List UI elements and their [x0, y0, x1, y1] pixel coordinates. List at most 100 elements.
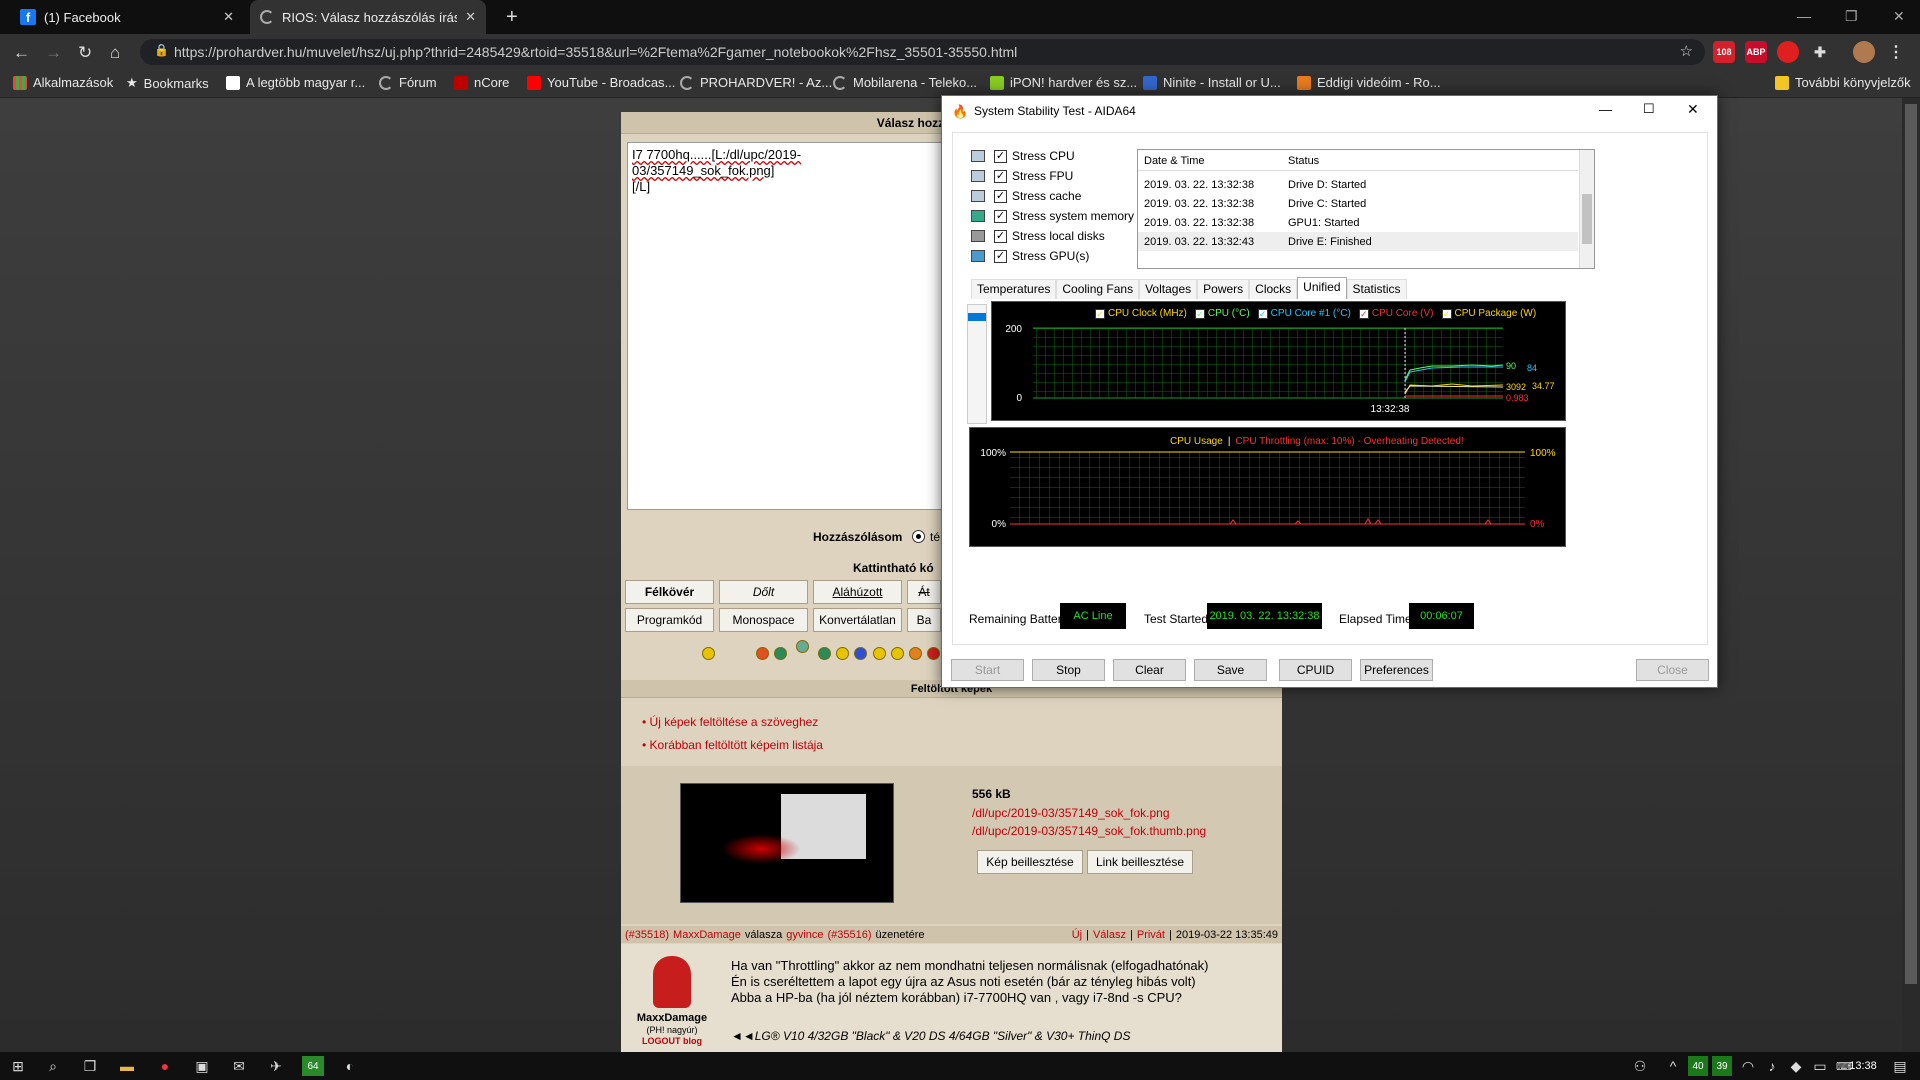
smiley-icon[interactable] — [836, 647, 849, 660]
to-id-link[interactable]: (#35516) — [828, 929, 872, 941]
event-log[interactable]: Date & Time Status 2019. 03. 22. 13:32:38… — [1137, 149, 1595, 269]
checkbox[interactable]: ✓ — [994, 209, 1007, 223]
windows-start-icon[interactable]: ⊞ — [8, 1056, 28, 1076]
tab-facebook[interactable]: f (1) Facebook ✕ — [10, 0, 244, 34]
smiley-icon[interactable] — [818, 647, 831, 660]
stop-button[interactable]: Stop — [1032, 659, 1105, 681]
cpuid-button[interactable]: CPUID — [1279, 659, 1352, 681]
tab-powers[interactable]: Powers — [1197, 279, 1250, 299]
post-radio[interactable] — [912, 530, 925, 543]
stress-memory-checkbox[interactable]: ✓ Stress system memory — [971, 208, 1134, 224]
legend-item[interactable]: ✓ CPU Core #1 (°C) — [1257, 308, 1351, 319]
tab-unified[interactable]: Unified — [1297, 277, 1347, 299]
maximize-icon[interactable]: ☐ — [1643, 101, 1655, 117]
bookmark-item[interactable]: Ninite - Install or U... — [1143, 75, 1281, 90]
chevron-up-icon[interactable]: ^ — [1663, 1056, 1683, 1076]
msg-id-link[interactable]: (#35518) — [625, 929, 669, 941]
restore-icon[interactable]: ❐ — [1845, 8, 1858, 25]
log-row[interactable]: 2019. 03. 22. 13:32:38 Drive C: Started — [1138, 194, 1578, 213]
strike-button[interactable]: Át — [907, 580, 941, 604]
bookmark-other[interactable]: További könyvjelzők — [1775, 75, 1911, 90]
stress-fpu-checkbox[interactable]: ✓ Stress FPU — [971, 168, 1073, 184]
quote-logout[interactable]: LOGOUT blog — [636, 1036, 708, 1046]
file-path-link[interactable]: /dl/upc/2019-03/357149_sok_fok.png — [972, 806, 1170, 820]
upload-new-link[interactable]: • Új képek feltöltése a szöveghez — [642, 715, 818, 729]
close-icon[interactable]: ✕ — [1687, 101, 1699, 118]
minimize-icon[interactable]: — — [1599, 102, 1612, 117]
bookmark-item[interactable]: iPON! hardver és sz... — [990, 75, 1137, 90]
author-link[interactable]: MaxxDamage — [673, 929, 741, 941]
task-view-icon[interactable]: ❐ — [80, 1056, 100, 1076]
app-icon[interactable]: ◐ — [340, 1056, 360, 1076]
store-icon[interactable]: ▣ — [192, 1056, 212, 1076]
clock[interactable]: 13:38 — [1843, 1056, 1883, 1076]
insert-link-button[interactable]: Link beillesztése — [1087, 850, 1193, 874]
tab-reply[interactable]: RIOS: Válasz hozzászólás írása - T ✕ — [250, 0, 486, 34]
clear-button[interactable]: Clear — [1113, 659, 1186, 681]
volume-icon[interactable]: ♪ — [1762, 1056, 1782, 1076]
people-icon[interactable]: ⚇ — [1630, 1056, 1650, 1076]
insert-image-button[interactable]: Kép beillesztése — [977, 850, 1083, 874]
bookmark-item[interactable]: Mobilarena - Teleko... — [833, 75, 977, 90]
reply-link[interactable]: Válasz — [1093, 929, 1126, 941]
reply-textarea[interactable]: I7 7700hq......[L:/dl/upc/2019-03/357149… — [627, 142, 947, 510]
notifications-icon[interactable]: ▤ — [1890, 1056, 1910, 1076]
uploaded-thumbnail[interactable] — [680, 783, 894, 903]
shield-extension-icon[interactable] — [1777, 41, 1799, 63]
bookmark-item[interactable]: Fórum — [379, 75, 437, 90]
adblock-icon[interactable]: ABP — [1745, 41, 1767, 63]
legend-item[interactable]: ✓ CPU Core (V) — [1358, 308, 1434, 319]
smiley-icon[interactable] — [756, 647, 769, 660]
smiley-icon[interactable] — [774, 647, 787, 660]
extensions-icon[interactable]: ✚ — [1809, 41, 1831, 63]
tab-temperatures[interactable]: Temperatures — [971, 279, 1057, 299]
profile-avatar[interactable] — [1853, 41, 1875, 63]
wifi-icon[interactable]: ◠ — [1738, 1056, 1758, 1076]
legend-item[interactable]: ✓ CPU Package (W) — [1441, 308, 1536, 319]
close-button[interactable]: Close — [1636, 659, 1709, 681]
graph-selector-list[interactable] — [967, 304, 987, 424]
italic-button[interactable]: Dőlt — [719, 580, 808, 604]
tab-cooling-fans[interactable]: Cooling Fans — [1056, 279, 1140, 299]
to-user-link[interactable]: gyvince — [786, 929, 823, 941]
bookmark-bookmarks[interactable]: ★ Bookmarks — [126, 75, 209, 91]
new-link[interactable]: Új — [1072, 929, 1082, 941]
chrome-icon[interactable]: ● — [155, 1056, 175, 1076]
log-row[interactable]: 2019. 03. 22. 13:32:38 Drive D: Started — [1138, 175, 1578, 194]
close-window-icon[interactable]: ✕ — [1893, 8, 1905, 25]
smiley-icon[interactable] — [873, 647, 886, 660]
temp-badge-2[interactable]: 39 — [1712, 1056, 1732, 1076]
stress-cpu-checkbox[interactable]: ✓ Stress CPU — [971, 148, 1075, 164]
bookmark-item[interactable]: nCore — [454, 75, 509, 90]
checkbox[interactable]: ✓ — [994, 249, 1007, 263]
monospace-button[interactable]: Monospace — [719, 608, 808, 632]
close-icon[interactable]: ✕ — [465, 9, 476, 25]
bookmark-item[interactable]: A legtöbb magyar r... — [226, 75, 365, 90]
dropbox-icon[interactable]: ◆ — [1786, 1056, 1806, 1076]
checkbox[interactable]: ✓ — [994, 229, 1007, 243]
scrollbar-thumb[interactable] — [1905, 104, 1917, 984]
bookmark-apps[interactable]: Alkalmazások — [13, 75, 113, 90]
address-bar[interactable]: 🔒 https://prohardver.hu/muvelet/hsz/uj.p… — [140, 39, 1705, 65]
bookmark-item[interactable]: PROHARDVER! - Az... — [680, 75, 832, 90]
smiley-icon[interactable] — [854, 647, 867, 660]
mail-icon[interactable]: ✉ — [229, 1056, 249, 1076]
close-icon[interactable]: ✕ — [223, 9, 234, 25]
stress-cache-checkbox[interactable]: ✓ Stress cache — [971, 188, 1081, 204]
preferences-button[interactable]: Preferences — [1360, 659, 1433, 681]
bold-button[interactable]: Félkövér — [625, 580, 714, 604]
bookmark-item[interactable]: Eddigi videóim - Ro... — [1297, 75, 1441, 90]
back-icon[interactable]: ← — [13, 43, 30, 63]
log-row[interactable]: 2019. 03. 22. 13:32:38 GPU1: Started — [1138, 213, 1578, 232]
file-explorer-icon[interactable]: ▬ — [117, 1056, 137, 1076]
tab-voltages[interactable]: Voltages — [1139, 279, 1198, 299]
unconverted-button[interactable]: Konvertálatlan — [813, 608, 902, 632]
plane-icon[interactable]: ✈ — [266, 1056, 286, 1076]
checkbox[interactable]: ✓ — [994, 149, 1007, 163]
bookmark-item[interactable]: YouTube - Broadcas... — [527, 75, 675, 90]
smiley-icon[interactable] — [927, 647, 940, 660]
smiley-icon[interactable] — [891, 647, 904, 660]
legend-item[interactable]: ✓ CPU Clock (MHz) — [1095, 308, 1187, 319]
home-icon[interactable]: ⌂ — [110, 43, 120, 63]
file-thumb-link[interactable]: /dl/upc/2019-03/357149_sok_fok.thumb.png — [972, 824, 1206, 838]
